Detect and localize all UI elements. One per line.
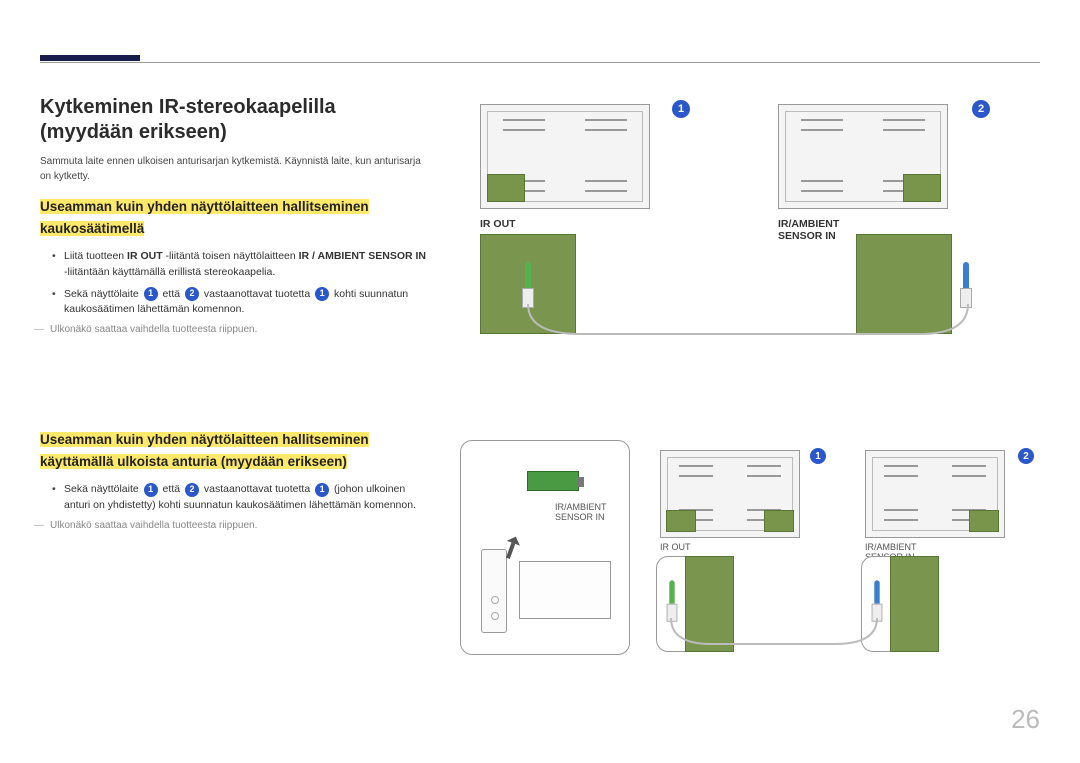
monitor-back-icon: [865, 450, 1005, 538]
section2-heading: Useamman kuin yhden näyttölaitteen halli…: [40, 432, 369, 469]
monitor1-group: [480, 104, 650, 209]
label-ir-ambient-small: IR/AMBIENT SENSOR IN: [555, 503, 607, 523]
section1-bullets: Liitä tuotteen IR OUT -liitäntä toisen n…: [40, 249, 430, 318]
header-accent-bar: [40, 55, 140, 61]
text-bold: IR / AMBIENT SENSOR IN: [299, 250, 426, 262]
num-badge-2: 2: [185, 287, 199, 301]
num-badge-1: 1: [810, 448, 826, 464]
num-badge-1: 1: [315, 483, 329, 497]
section2-bullets: Sekä näyttölaite 1 että 2 vastaanottavat…: [40, 482, 430, 514]
text-fragment: Sekä näyttölaite: [64, 483, 142, 495]
label-ir-ambient: IR/AMBIENT: [778, 218, 839, 230]
section2-note: Ulkonäkö saattaa vaihdella tuotteesta ri…: [40, 520, 430, 531]
label-sensor-in: SENSOR IN: [778, 230, 839, 242]
monitor1b-group: [660, 450, 800, 538]
monitor-back-icon: [778, 104, 948, 209]
external-sensor-icon: [527, 471, 579, 491]
sensor-enclosure: IR/AMBIENT SENSOR IN: [460, 440, 630, 655]
intro-paragraph: Sammuta laite ennen ulkoisen anturisarja…: [40, 155, 430, 184]
diagram-top: 1 2 IR OUT IR/AMBIENT SENSOR IN: [460, 94, 1050, 354]
label-ir-ambient-small: IR/AMBIENT: [865, 542, 917, 552]
diagram-bottom: IR/AMBIENT SENSOR IN 1: [460, 440, 1050, 665]
jack-plug-blue-icon: [960, 262, 972, 308]
page-number: 26: [1011, 704, 1040, 735]
num-badge-2: 2: [1018, 448, 1034, 464]
section1-heading: Useamman kuin yhden näyttölaitteen halli…: [40, 199, 369, 236]
label-ir-out: IR OUT: [480, 218, 516, 230]
num-badge-2: 2: [972, 100, 990, 118]
section1-bullet2: Sekä näyttölaite 1 että 2 vastaanottavat…: [64, 287, 430, 319]
text-fragment: että: [160, 483, 183, 495]
manual-page: Kytkeminen IR-stereokaapelilla (myydään …: [0, 0, 1080, 763]
monitor2b-group: [865, 450, 1005, 538]
section1-bullet1: Liitä tuotteen IR OUT -liitäntä toisen n…: [64, 249, 430, 281]
arrow-up-icon: [501, 531, 524, 562]
label-ir-out-small: IR OUT: [660, 542, 691, 552]
jack-plug-green-icon: [667, 580, 678, 621]
text-fragment: IR/AMBIENT: [555, 502, 607, 512]
num-badge-1: 1: [144, 287, 158, 301]
text-fragment: Sekä näyttölaite: [64, 288, 142, 300]
remote-control-icon: [481, 549, 507, 633]
text-fragment: SENSOR IN: [555, 512, 605, 522]
jack-plug-green-icon: [522, 262, 534, 308]
cable-icon: [665, 618, 885, 654]
text-fragment: että: [160, 288, 183, 300]
text-column: Kytkeminen IR-stereokaapelilla (myydään …: [40, 95, 430, 531]
jack-plug-blue-icon: [872, 580, 883, 621]
monitor2-group: [778, 104, 948, 209]
num-badge-2: 2: [185, 483, 199, 497]
receiver-box-icon: [519, 561, 611, 619]
header-rule: [40, 62, 1040, 63]
num-badge-1: 1: [144, 483, 158, 497]
text-fragment: -liitäntä toisen näyttölaitteen: [163, 250, 299, 262]
num-badge-1: 1: [315, 287, 329, 301]
num-badge-1: 1: [672, 100, 690, 118]
section2-heading-block: Useamman kuin yhden näyttölaitteen halli…: [40, 429, 430, 472]
text-fragment: Liitä tuotteen: [64, 250, 127, 262]
text-bold: IR OUT: [127, 250, 163, 262]
text-fragment: vastaanottavat tuotetta: [201, 483, 313, 495]
monitor-back-icon: [480, 104, 650, 209]
section1-heading-block: Useamman kuin yhden näyttölaitteen halli…: [40, 196, 430, 239]
section1-note: Ulkonäkö saattaa vaihdella tuotteesta ri…: [40, 324, 430, 335]
section2-bullet1: Sekä näyttölaite 1 että 2 vastaanottavat…: [64, 482, 430, 514]
monitor-back-icon: [660, 450, 800, 538]
page-title: Kytkeminen IR-stereokaapelilla (myydään …: [40, 95, 430, 145]
label-ir-ambient-group: IR/AMBIENT SENSOR IN: [778, 218, 839, 242]
text-fragment: vastaanottavat tuotetta: [201, 288, 313, 300]
text-fragment: -liitäntään käyttämällä erillistä stereo…: [64, 266, 275, 278]
cable-icon: [520, 304, 980, 344]
